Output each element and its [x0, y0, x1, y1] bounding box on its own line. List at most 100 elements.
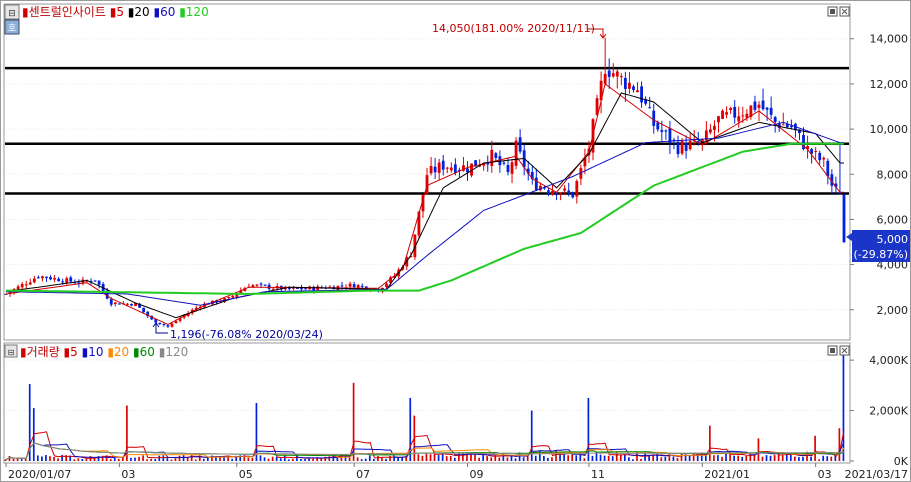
volume-bar — [628, 457, 630, 461]
volume-bar — [368, 455, 371, 461]
price-tick-label: 2,000 — [877, 304, 909, 317]
candle-body — [615, 71, 619, 77]
candle-body — [360, 285, 364, 287]
volume-tick-label: 0K — [894, 455, 909, 468]
candle-body — [571, 192, 575, 198]
candle-body — [632, 86, 635, 91]
price-panel: 14,00012,00010,0008,0006,0004,0002,000 ⊟… — [3, 3, 910, 341]
candle-body — [518, 137, 522, 152]
candle-body — [45, 276, 48, 279]
volume-bar — [162, 455, 165, 461]
x-tick-label: 03 — [818, 468, 832, 481]
volume-bar — [283, 455, 286, 461]
volume-bar — [182, 455, 185, 461]
volume-bar — [57, 458, 59, 461]
legend-label: 120 — [186, 5, 209, 19]
volume-bar — [534, 455, 537, 461]
volume-bar — [607, 455, 610, 461]
candle-body — [113, 302, 117, 305]
candle-body — [340, 285, 344, 287]
candle-body — [494, 153, 498, 158]
candle-body — [664, 130, 668, 132]
volume-bar — [36, 455, 39, 461]
candle-body — [607, 70, 611, 77]
legend-swatch: ▮ — [179, 5, 186, 19]
candle-body — [117, 303, 121, 305]
volume-bar — [583, 458, 586, 461]
volume-bar — [644, 453, 646, 461]
candle-body — [271, 288, 275, 290]
volume-bar — [389, 455, 391, 461]
volume-bar — [12, 458, 15, 461]
candle-body — [623, 77, 627, 89]
candle-body — [142, 307, 146, 313]
candle-body — [57, 278, 61, 282]
candle-body — [36, 277, 40, 279]
candle-body — [449, 167, 453, 171]
volume-bar — [24, 458, 27, 461]
volume-bar — [77, 458, 80, 461]
candle-body — [741, 115, 745, 117]
candle-body — [453, 164, 457, 173]
candle-body — [842, 194, 846, 243]
candle-body — [385, 283, 388, 288]
volume-bar — [85, 458, 88, 461]
candle-body — [733, 106, 737, 118]
candle-body — [684, 142, 688, 151]
legend-swatch: ▮ — [110, 5, 117, 19]
legend-title: 센트럴인사이트 — [29, 5, 110, 19]
volume-bar — [41, 456, 43, 461]
candle-body — [255, 284, 259, 286]
volume-bar — [174, 458, 177, 461]
legend-title: 거래량 — [27, 345, 64, 359]
candle-body — [636, 90, 639, 93]
volume-bar — [798, 457, 800, 461]
candle-body — [818, 152, 822, 161]
legend-label: 60 — [140, 345, 159, 359]
volume-bar — [377, 456, 379, 461]
price-tick-label: 14,000 — [870, 33, 909, 46]
volume-bar — [494, 454, 497, 461]
volume-bar — [737, 455, 740, 461]
volume-bar — [822, 455, 825, 461]
volume-bar — [251, 457, 254, 461]
legend-label: 120 — [165, 345, 188, 359]
volume-bar — [328, 456, 331, 461]
candle-body — [126, 303, 129, 305]
volume-bar — [263, 457, 266, 461]
candle-body — [356, 285, 360, 288]
volume-bar — [194, 459, 197, 461]
candle-body — [603, 74, 607, 84]
candle-body — [158, 322, 162, 325]
x-tick-label: 07 — [356, 468, 370, 481]
volume-bar — [247, 457, 250, 461]
volume-bar — [142, 455, 144, 461]
candle-body — [619, 76, 623, 78]
candle-body — [267, 284, 271, 289]
candle-body — [737, 116, 741, 122]
volume-tick-label: 2,000K — [869, 405, 908, 418]
candle-body — [826, 160, 830, 177]
maximize-glyph — [830, 9, 835, 14]
volume-bar — [591, 455, 594, 461]
volume-bar — [522, 457, 525, 461]
volume-bar — [506, 457, 509, 461]
volume-bar — [818, 459, 820, 461]
volume-bar — [757, 438, 760, 461]
volume-bar — [482, 455, 484, 461]
candle-body — [717, 116, 720, 123]
low-price-annotation: 1,196(-76.08% 2020/03/24) — [170, 328, 323, 341]
x-tick-label: 2020/01/07 — [8, 468, 71, 481]
volume-bar — [794, 456, 796, 461]
candle-body — [745, 113, 749, 118]
candle-body — [753, 101, 757, 110]
volume-bar — [312, 458, 314, 461]
candle-body — [352, 284, 356, 288]
volume-bar — [4, 459, 7, 461]
volume-bar — [360, 459, 363, 461]
volume-bar — [785, 454, 788, 461]
high-price-annotation: 14,050(181.00% 2020/11/11) — [432, 22, 595, 35]
volume-bar — [49, 456, 51, 461]
candle-body — [130, 304, 133, 306]
candle-body — [32, 278, 36, 283]
